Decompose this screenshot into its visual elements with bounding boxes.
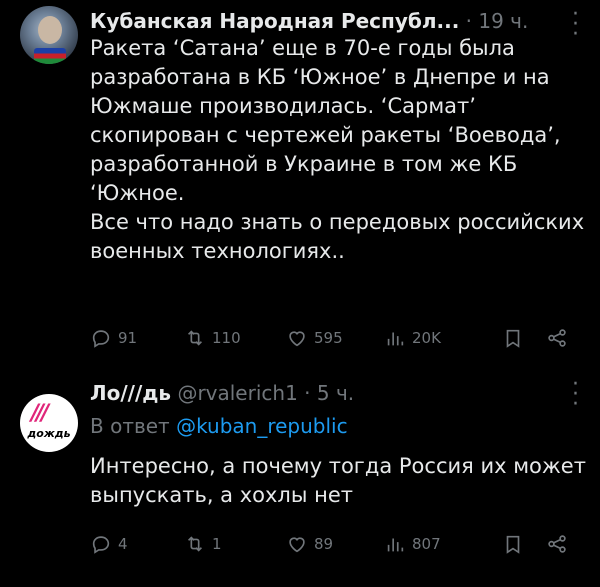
avatar[interactable]: /// дождь [20, 394, 78, 452]
bookmark-icon [506, 329, 520, 348]
author-name[interactable]: Ло///дь [90, 381, 171, 405]
retweet-count: 110 [212, 329, 241, 347]
retweet-count: 1 [212, 535, 222, 553]
tweet-actions: 4 1 89 807 [90, 533, 576, 557]
like-icon [289, 331, 305, 347]
avatar[interactable] [20, 6, 78, 64]
like-button[interactable]: 595 [286, 327, 343, 349]
retweet-icon [187, 330, 203, 346]
like-button[interactable]: 89 [286, 533, 333, 555]
like-icon [289, 537, 305, 553]
reply-button[interactable]: 4 [90, 533, 128, 555]
bookmark-button[interactable] [502, 327, 524, 353]
views-button[interactable]: 20K [384, 327, 441, 349]
bookmark-icon [506, 535, 520, 554]
bookmark-button[interactable] [502, 533, 524, 559]
tweet-time[interactable]: · 5 ч. [304, 381, 354, 405]
share-icon [548, 329, 566, 347]
tweet-actions: 91 110 595 20K [90, 327, 576, 351]
author-handle[interactable]: @rvalerich1 [177, 381, 297, 405]
reply-button[interactable]: 91 [90, 327, 137, 349]
tweet-time[interactable]: · 19 ч. [466, 9, 529, 33]
share-button[interactable] [546, 533, 568, 559]
like-count: 595 [314, 329, 343, 347]
author-name[interactable]: Кубанская Народная Республ... [90, 9, 459, 33]
avatar-figure [38, 16, 62, 44]
like-count: 89 [314, 535, 334, 553]
tweet-text: Ракета ‘Сатана’ еще в 70-е годы была раз… [90, 34, 590, 266]
retweet-icon [187, 536, 203, 552]
avatar-logo-text: дождь [27, 427, 71, 440]
share-icon [548, 535, 566, 553]
views-icon [387, 332, 404, 346]
tweet-paragraph: Все что надо знать о передовых российски… [90, 210, 585, 263]
tweet[interactable]: Кубанская Народная Республ... · 19 ч. · ·… [0, 0, 600, 370]
share-button[interactable] [546, 327, 568, 353]
views-button[interactable]: 807 [384, 533, 441, 555]
tweet-paragraph: Интересно, а почему тогда Россия их може… [90, 454, 586, 507]
avatar-flag [34, 48, 66, 64]
retweet-button[interactable]: 110 [184, 327, 241, 349]
more-icon[interactable]: · · · [572, 374, 579, 416]
reply-to-line: В ответ @kuban_republic [90, 414, 348, 438]
avatar-logo-slashes: /// [31, 401, 49, 426]
tweet-paragraph: Ракета ‘Сатана’ еще в 70-е годы была раз… [90, 36, 561, 205]
reply-to-prefix: В ответ [90, 414, 170, 438]
views-count: 20K [412, 329, 441, 347]
reply-icon [92, 330, 110, 348]
tweet-header: Ло///дь @rvalerich1 · 5 ч. [90, 380, 354, 406]
tweet-header: Кубанская Народная Республ... · 19 ч. [90, 8, 528, 34]
reply-to-mention[interactable]: @kuban_republic [176, 414, 348, 438]
retweet-button[interactable]: 1 [184, 533, 222, 555]
views-icon [387, 538, 404, 552]
views-count: 807 [412, 535, 441, 553]
tweet-text: Интересно, а почему тогда Россия их може… [90, 452, 590, 510]
reply-count: 4 [118, 535, 128, 553]
reply-icon [92, 536, 110, 554]
reply-count: 91 [118, 329, 138, 347]
